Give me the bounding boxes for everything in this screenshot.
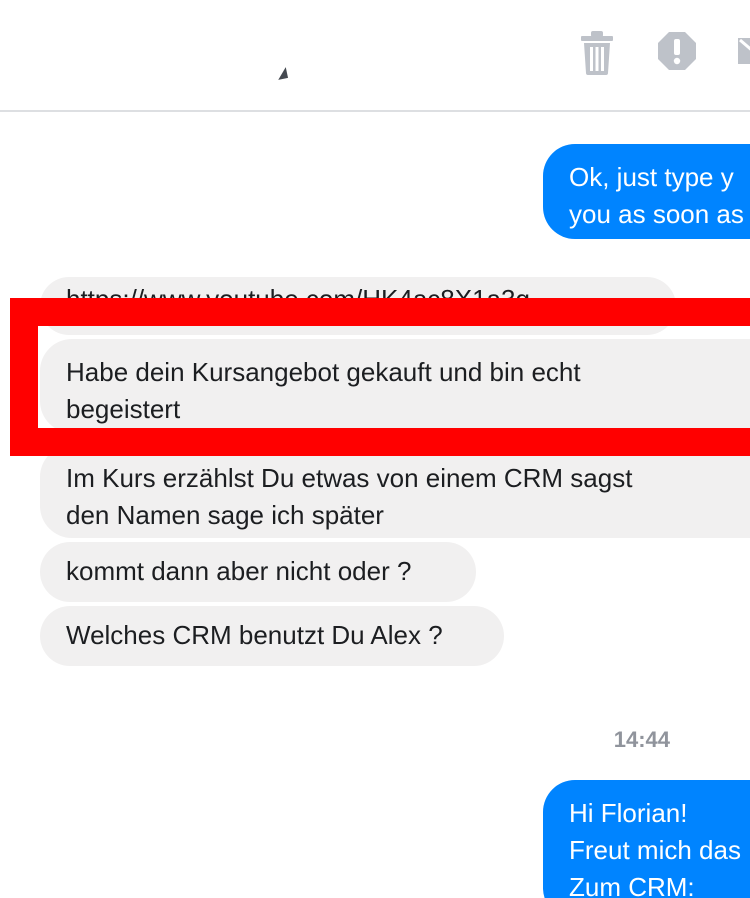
message-timestamp: 14:44	[613, 727, 670, 752]
mail-icon[interactable]	[736, 30, 750, 77]
alert-icon[interactable]	[656, 30, 698, 77]
message-line: Im Kurs erzählst Du etwas von einem CRM …	[66, 463, 633, 493]
trash-icon[interactable]	[578, 30, 616, 81]
message-thread: Ok, just type y you as soon as https://w…	[0, 112, 750, 898]
conversation-toolbar	[0, 0, 750, 112]
incoming-message[interactable]: kommt dann aber nicht oder ?	[40, 542, 476, 602]
message-line: Zum CRM:	[569, 872, 695, 898]
incoming-message[interactable]: Im Kurs erzählst Du etwas von einem CRM …	[40, 445, 750, 538]
message-line: you as soon as	[569, 199, 744, 229]
incoming-message[interactable]: Welches CRM benutzt Du Alex ?	[40, 606, 504, 666]
message-line: Welches CRM benutzt Du Alex ?	[66, 620, 443, 650]
message-line: kommt dann aber nicht oder ?	[66, 556, 412, 586]
caret-down-icon[interactable]	[275, 67, 289, 80]
outgoing-message[interactable]: Ok, just type y you as soon as	[543, 144, 750, 239]
outgoing-message[interactable]: Hi Florian! Freut mich das Zum CRM:	[543, 780, 750, 898]
message-line: den Namen sage ich später	[66, 500, 384, 530]
message-line: Freut mich das	[569, 835, 741, 865]
highlight-annotation-box	[10, 298, 750, 456]
message-line: Hi Florian!	[569, 798, 688, 828]
message-line: Ok, just type y	[569, 162, 734, 192]
